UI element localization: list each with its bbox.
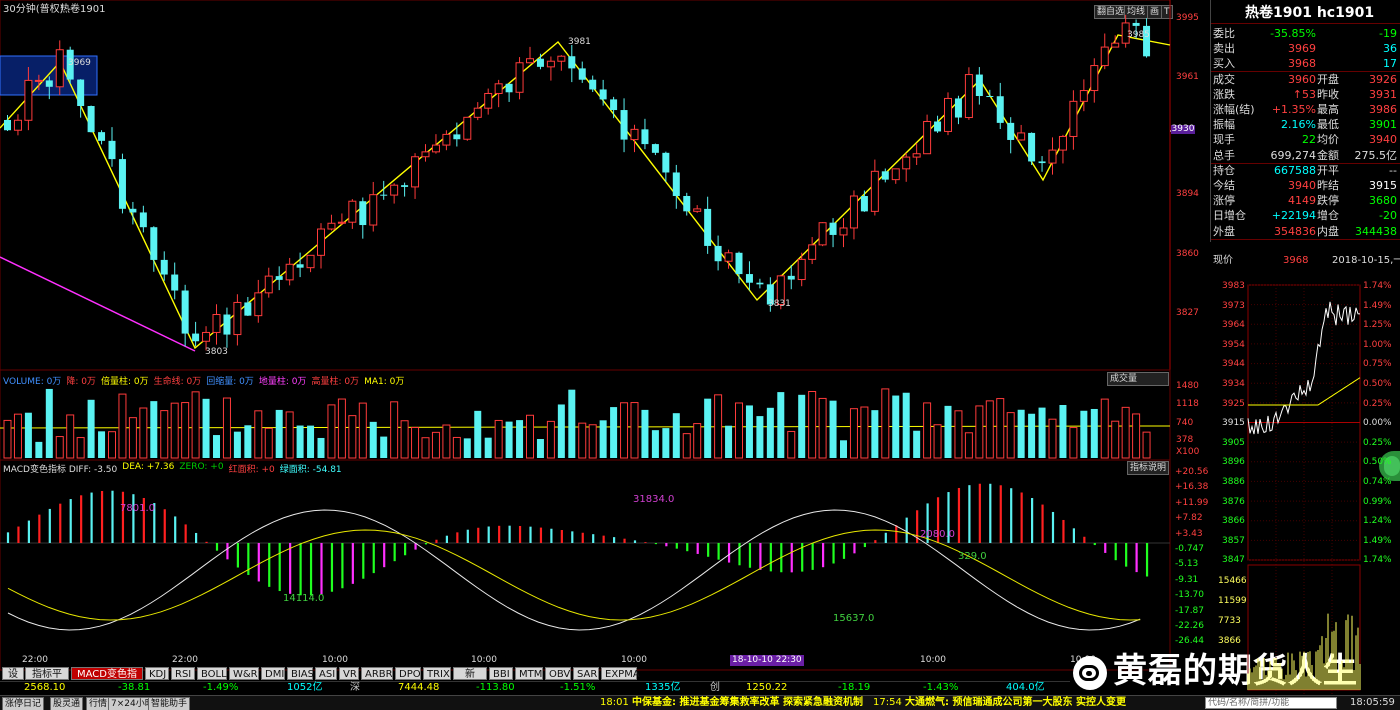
intraday-pct-tick: 0.50% [1363,379,1392,389]
intraday-price-tick: 3964 [1222,320,1245,331]
intraday-price-tick: 3983 [1222,281,1245,291]
intraday-pct-tick: 1.00% [1363,339,1392,350]
intraday-pct-tick: 0.75% [1363,359,1392,370]
intraday-pct-tick: 0.74% [1363,477,1392,487]
intraday-pct-tick: 1.74% [1363,555,1392,566]
intraday-price-tick: 3866 [1222,516,1245,527]
intraday-volume-tick: 7733 [1218,616,1241,626]
intraday-price-tick: 3954 [1222,339,1245,350]
intraday-volume-tick: 11599 [1218,596,1247,606]
intraday-price-tick: 3934 [1222,379,1245,389]
intraday-price-tick: 3896 [1222,457,1245,468]
intraday-price-tick: 3915 [1222,418,1245,429]
intraday-price-tick: 3973 [1222,300,1245,311]
intraday-pct-tick: 1.49% [1363,300,1392,311]
intraday-price-tick: 3925 [1222,398,1245,409]
intraday-volume-tick: 15466 [1218,576,1247,586]
intraday-volume-tick: 3866 [1218,636,1241,646]
intraday-pct-tick: 0.25% [1363,437,1392,448]
intraday-pct-tick: 1.49% [1363,535,1392,546]
intraday-price-tick: 3857 [1222,535,1245,546]
intraday-price-tick: 3847 [1222,555,1245,566]
intraday-pct-tick: 0.99% [1363,496,1392,507]
trading-terminal: 30分钟(普权) 热卷1901 翻自选 均线 画 T 3995 3961 393… [0,0,1400,710]
intraday-pct-tick: 1.24% [1363,516,1392,527]
intraday-pct-tick: 0.00% [1363,418,1392,429]
intraday-pct-tick: 0.50% [1363,457,1392,468]
intraday-price-tick: 3886 [1222,477,1245,487]
intraday-chart[interactable] [0,0,1400,710]
intraday-price-tick: 3905 [1222,437,1245,448]
intraday-price-tick: 3876 [1222,496,1245,507]
intraday-pct-tick: 1.74% [1363,281,1392,291]
intraday-pct-tick: 0.25% [1363,398,1392,409]
intraday-pct-tick: 1.25% [1363,320,1392,331]
intraday-price-tick: 3944 [1222,359,1245,370]
